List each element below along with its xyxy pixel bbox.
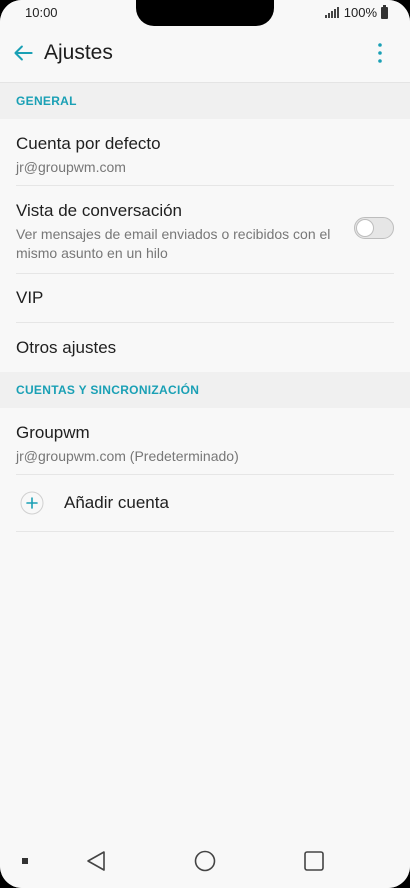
page-title: Ajustes [44,41,113,64]
section-header-general: GENERAL [0,83,410,119]
screen: 10:00 100% Ajustes GENERAL Cuenta por de… [0,0,410,888]
other-settings-title: Otros ajustes [16,337,117,357]
default-account-title: Cuenta por defecto [16,134,161,153]
other-settings-item[interactable]: Otros ajustes [16,323,394,372]
camera-notch [136,0,274,26]
more-options-icon[interactable] [368,40,392,66]
add-account-label: Añadir cuenta [64,493,169,512]
section-header-accounts: CUENTAS Y SINCRONIZACIÓN [0,372,410,408]
app-bar: Ajustes [0,26,410,83]
status-bar: 10:00 100% [0,0,410,26]
conversation-view-toggle[interactable] [354,217,394,239]
toggle-knob [356,219,374,237]
signal-icon [324,7,340,18]
settings-list: GENERAL Cuenta por defecto jr@groupwm.co… [0,83,410,532]
back-arrow-icon[interactable] [10,40,36,66]
nav-dot-icon [22,858,28,864]
nav-recent-apps-icon[interactable] [302,849,326,873]
account-item-groupwm[interactable]: Groupwm jr@groupwm.com (Predeterminado) [16,408,394,475]
status-time: 10:00 [25,5,58,20]
add-account-button[interactable]: Añadir cuenta [16,475,394,532]
plus-circle-icon [20,491,44,515]
account-name: Groupwm [16,423,90,442]
vip-title: VIP [16,288,44,307]
conversation-view-title: Vista de conversación [16,201,183,220]
default-account-item[interactable]: Cuenta por defecto jr@groupwm.com [16,119,394,186]
battery-level: 100% [343,5,377,20]
nav-back-icon[interactable] [84,849,108,873]
account-email: jr@groupwm.com (Predeterminado) [16,448,239,464]
nav-home-icon[interactable] [193,849,217,873]
conversation-view-description: Ver mensajes de email enviados o recibid… [16,226,331,261]
conversation-view-item[interactable]: Vista de conversación Ver mensajes de em… [16,186,394,274]
vip-item[interactable]: VIP [16,274,394,323]
navigation-bar [0,834,410,888]
battery-icon [381,4,388,19]
default-account-value: jr@groupwm.com [16,159,126,175]
status-indicators: 100% [324,4,388,20]
